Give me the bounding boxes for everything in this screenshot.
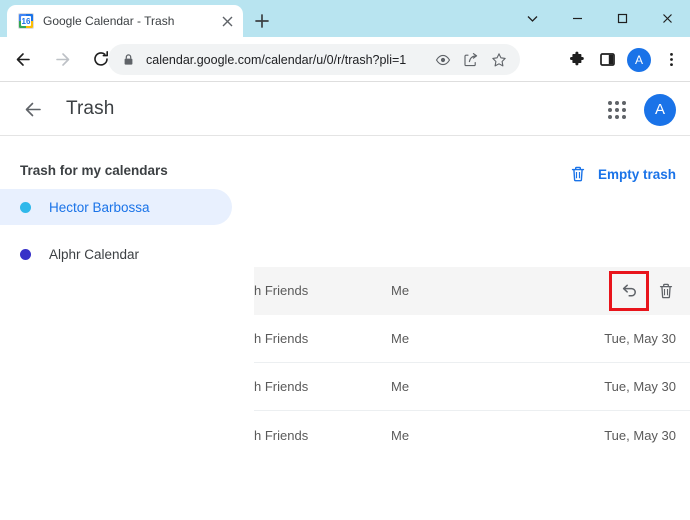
event-title: h Friends	[254, 428, 308, 443]
extensions-puzzle-icon[interactable]	[562, 45, 592, 75]
sidebar-item-label: Hector Barbossa	[49, 200, 150, 215]
table-row[interactable]: h Friends Me Tue, May 30	[254, 315, 690, 363]
close-icon[interactable]	[219, 13, 235, 29]
table-row[interactable]: h Friends Me Tue, May 30	[254, 411, 690, 459]
close-window-icon[interactable]	[645, 0, 690, 37]
sidebar-item-hector-barbossa[interactable]: Hector Barbossa	[0, 189, 232, 225]
event-owner: Me	[391, 379, 409, 394]
event-title: h Friends	[254, 331, 308, 346]
browser-toolbar: calendar.google.com/calendar/u/0/r/trash…	[0, 37, 690, 82]
app-header: Trash A	[0, 83, 690, 136]
favicon-date-text: 16	[21, 16, 31, 26]
google-calendar-favicon: 16	[18, 13, 34, 29]
browser-tab[interactable]: 16 Google Calendar - Trash	[7, 5, 243, 37]
restore-undo-icon[interactable]	[612, 274, 646, 308]
trash-icon[interactable]	[650, 275, 682, 307]
browser-window: 16 Google Calendar - Trash	[0, 0, 690, 520]
forward-button[interactable]	[46, 43, 78, 75]
event-owner: Me	[391, 331, 409, 346]
event-date: Tue, May 30	[604, 428, 676, 443]
trash-table: h Friends Me h Friends Me Tue, May 30	[254, 267, 690, 459]
app-back-arrow-icon[interactable]	[16, 92, 50, 126]
event-owner: Me	[391, 283, 409, 298]
browser-titlebar: 16 Google Calendar - Trash	[0, 0, 690, 37]
share-icon[interactable]	[458, 47, 484, 73]
event-title: h Friends	[254, 283, 308, 298]
event-title: h Friends	[254, 379, 308, 394]
google-apps-grid-icon[interactable]	[600, 93, 634, 127]
calendar-color-dot	[20, 249, 31, 260]
table-row[interactable]: h Friends Me	[254, 267, 690, 315]
address-bar[interactable]: calendar.google.com/calendar/u/0/r/trash…	[108, 44, 520, 75]
event-date: Tue, May 30	[604, 331, 676, 346]
three-dot-menu-icon[interactable]	[656, 45, 686, 75]
event-date: Tue, May 30	[604, 379, 676, 394]
side-panel-icon[interactable]	[592, 45, 622, 75]
sidebar-heading: Trash for my calendars	[20, 163, 254, 178]
page-content: Trash A h Friends Me	[0, 83, 690, 520]
back-button[interactable]	[7, 43, 39, 75]
tracking-protection-eye-icon[interactable]	[430, 47, 456, 73]
maximize-icon[interactable]	[600, 0, 645, 37]
account-avatar[interactable]: A	[644, 94, 676, 126]
tab-search-chevron-down-icon[interactable]	[510, 0, 555, 37]
empty-trash-button[interactable]: Empty trash	[569, 160, 676, 188]
bookmark-star-icon[interactable]	[486, 47, 512, 73]
event-owner: Me	[391, 428, 409, 443]
sidebar-item-label: Alphr Calendar	[49, 247, 139, 262]
sidebar-item-alphr-calendar[interactable]: Alphr Calendar	[0, 236, 232, 272]
trash-sidebar: Trash for my calendars Hector Barbossa A…	[0, 136, 254, 520]
minimize-icon[interactable]	[555, 0, 600, 37]
window-controls	[510, 0, 690, 37]
trash-icon	[569, 165, 587, 183]
lock-icon	[122, 53, 136, 67]
app-header-actions: A	[600, 83, 676, 136]
toolbar-right-actions: A	[562, 37, 686, 82]
row-actions	[608, 274, 682, 308]
url-text: calendar.google.com/calendar/u/0/r/trash…	[146, 53, 406, 67]
tab-title: Google Calendar - Trash	[43, 14, 174, 28]
empty-trash-label: Empty trash	[598, 167, 676, 182]
page-title: Trash	[66, 98, 114, 120]
table-row[interactable]: h Friends Me Tue, May 30	[254, 363, 690, 411]
profile-avatar[interactable]: A	[627, 48, 651, 72]
omnibox-actions	[428, 44, 512, 75]
calendar-color-dot	[20, 202, 31, 213]
new-tab-button[interactable]	[249, 8, 275, 34]
